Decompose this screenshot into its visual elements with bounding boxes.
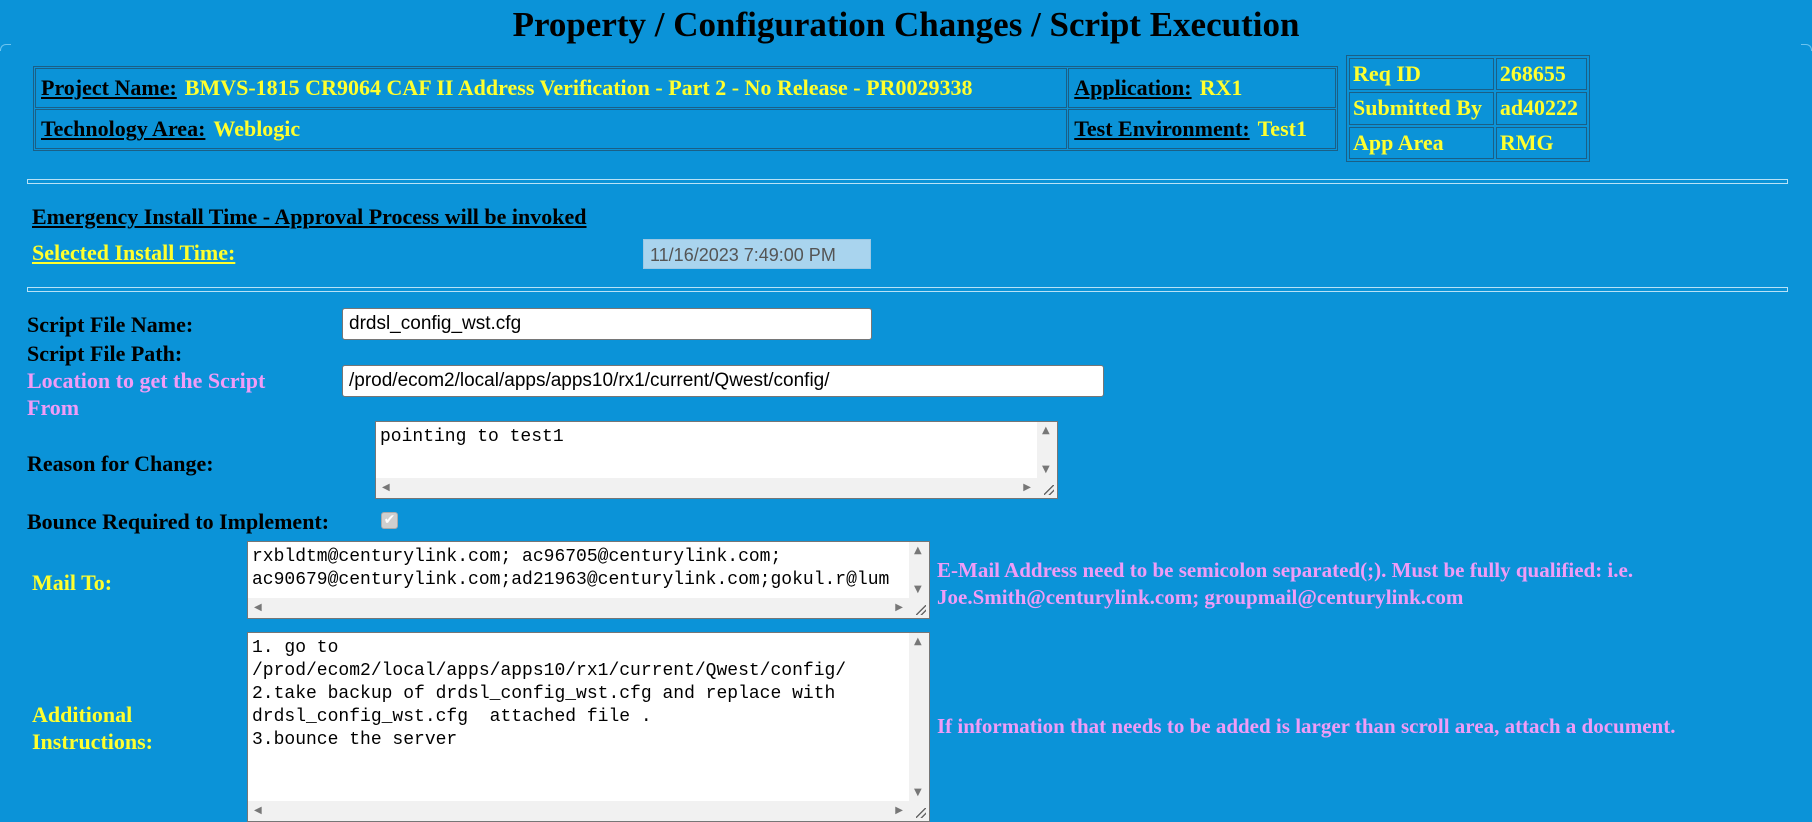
- technology-area-value: Weblogic: [213, 116, 301, 141]
- email-format-note: E-Mail Address need to be semicolon sepa…: [937, 558, 1634, 609]
- technology-area-label: Technology Area:: [41, 116, 206, 141]
- divider: [27, 287, 1788, 292]
- reason-for-change-textarea[interactable]: pointing to test1 ▲ ▼ ◀ ▶: [375, 421, 1058, 499]
- table-row: Req ID 268655: [1349, 58, 1587, 91]
- vertical-scrollbar[interactable]: ▲ ▼: [909, 542, 929, 598]
- additional-instructions-textarea[interactable]: 1. go to /prod/ecom2/local/apps/apps10/r…: [247, 632, 930, 822]
- location-label: Location to get the Script From: [27, 368, 266, 420]
- divider: [27, 179, 1788, 184]
- scroll-right-icon[interactable]: ▶: [895, 805, 903, 816]
- page-title: Property / Configuration Changes / Scrip…: [0, 0, 1812, 51]
- table-row: App Area RMG: [1349, 126, 1587, 159]
- application-label: Application:: [1074, 75, 1192, 100]
- test-environment-value: Test1: [1257, 116, 1307, 141]
- scroll-right-icon[interactable]: ▶: [895, 602, 903, 613]
- submitted-by-label: Submitted By: [1349, 92, 1494, 125]
- resize-grip-icon: [916, 605, 926, 615]
- req-id-value: 268655: [1495, 58, 1587, 91]
- resize-grip-icon: [1044, 485, 1054, 495]
- bounce-required-label: Bounce Required to Implement:: [27, 509, 330, 534]
- resize-handle[interactable]: [909, 801, 929, 821]
- application-cell: Application: RX1: [1068, 68, 1336, 108]
- vertical-scrollbar[interactable]: ▲ ▼: [1037, 422, 1057, 478]
- test-environment-cell: Test Environment: Test1: [1068, 109, 1336, 149]
- project-info-table: Project Name: BMVS-1815 CR9064 CAF II Add…: [33, 66, 1338, 151]
- scroll-down-icon[interactable]: ▼: [914, 787, 922, 798]
- scroll-up-icon[interactable]: ▲: [1042, 425, 1050, 436]
- project-name-cell: Project Name: BMVS-1815 CR9064 CAF II Add…: [35, 68, 1068, 108]
- scroll-up-icon[interactable]: ▲: [914, 545, 922, 556]
- technology-area-cell: Technology Area: Weblogic: [35, 109, 1068, 149]
- horizontal-scrollbar[interactable]: ◀ ▶: [248, 801, 909, 821]
- scroll-down-icon[interactable]: ▼: [914, 584, 922, 595]
- mail-to-label: Mail To:: [32, 570, 113, 595]
- scroll-down-icon[interactable]: ▼: [1042, 464, 1050, 475]
- bounce-required-checkbox[interactable]: ✔: [381, 512, 398, 529]
- table-row: Submitted By ad40222: [1349, 92, 1587, 125]
- app-area-label: App Area: [1349, 126, 1494, 159]
- submitted-by-value: ad40222: [1495, 92, 1587, 125]
- reason-for-change-label: Reason for Change:: [27, 451, 214, 476]
- application-value: RX1: [1199, 75, 1243, 100]
- test-environment-label: Test Environment:: [1074, 116, 1250, 141]
- additional-instructions-text: 1. go to /prod/ecom2/local/apps/apps10/r…: [252, 638, 847, 750]
- project-name-value: BMVS-1815 CR9064 CAF II Address Verifica…: [184, 75, 973, 100]
- resize-grip-icon: [916, 808, 926, 818]
- app-area-value: RMG: [1495, 126, 1587, 159]
- reason-text: pointing to test1: [380, 427, 564, 447]
- project-name-label: Project Name:: [41, 75, 177, 100]
- script-file-name-input[interactable]: drdsl_config_wst.cfg: [342, 308, 872, 340]
- selected-install-time-field: 11/16/2023 7:49:00 PM: [643, 239, 871, 269]
- vertical-scrollbar[interactable]: ▲ ▼: [909, 633, 929, 801]
- request-info-table: Req ID 268655 Submitted By ad40222 App A…: [1346, 55, 1590, 162]
- script-file-path-label: Script File Path:: [27, 341, 183, 366]
- horizontal-scrollbar[interactable]: ◀ ▶: [376, 478, 1037, 498]
- attachment-note: If information that needs to be added is…: [937, 714, 1676, 738]
- emergency-install-notice: Emergency Install Time - Approval Proces…: [32, 204, 587, 229]
- script-file-name-label: Script File Name:: [27, 312, 194, 337]
- scroll-left-icon[interactable]: ◀: [382, 482, 390, 493]
- selected-install-time-label: Selected Install Time:: [32, 240, 236, 265]
- additional-instructions-label: Additional Instructions:: [32, 702, 154, 754]
- scroll-left-icon[interactable]: ◀: [254, 602, 262, 613]
- resize-handle[interactable]: [1037, 478, 1057, 498]
- scroll-left-icon[interactable]: ◀: [254, 805, 262, 816]
- resize-handle[interactable]: [909, 598, 929, 618]
- horizontal-scrollbar[interactable]: ◀ ▶: [248, 598, 909, 618]
- mail-to-textarea[interactable]: rxbldtm@centurylink.com; ac96705@century…: [247, 541, 930, 619]
- scroll-up-icon[interactable]: ▲: [914, 636, 922, 647]
- req-id-label: Req ID: [1349, 58, 1494, 91]
- scroll-right-icon[interactable]: ▶: [1023, 482, 1031, 493]
- mail-to-text: rxbldtm@centurylink.com; ac96705@century…: [252, 547, 890, 590]
- script-location-input[interactable]: /prod/ecom2/local/apps/apps10/rx1/curren…: [342, 365, 1104, 397]
